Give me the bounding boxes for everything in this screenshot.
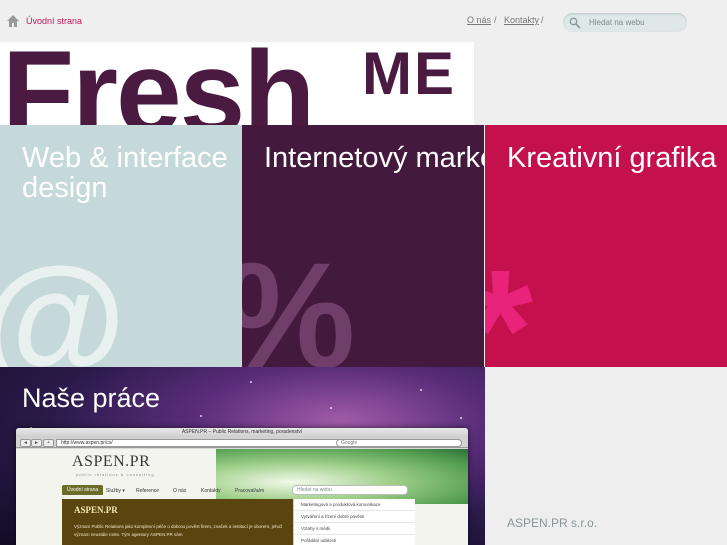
search-icon[interactable]	[569, 17, 581, 29]
nav-separator: /	[541, 15, 544, 25]
aspen-menu-item: Vytváření a řízení dobré pověsti	[294, 511, 415, 523]
aspen-menu-item: Marketingová a produktová komunikace	[294, 499, 415, 511]
home-icon[interactable]	[6, 14, 20, 28]
at-icon: @	[0, 245, 126, 367]
browser-title: ASPEN.PR – Public Relations, marketing, …	[16, 428, 468, 437]
nav-about-link[interactable]: O nás	[467, 15, 491, 25]
aspen-nav-item: Reference	[136, 488, 160, 494]
logo-superscript: ME	[362, 42, 456, 107]
home-link[interactable]: Úvodní strana	[26, 16, 82, 26]
star-decoration	[200, 415, 202, 417]
star-decoration	[420, 389, 422, 391]
search-input[interactable]	[589, 15, 681, 29]
browser-search: Google	[336, 439, 462, 447]
aspen-sidebar: ASPEN.PR Význam Public Relations jako ko…	[62, 499, 293, 545]
aspen-logo: ASPEN.PR	[72, 453, 151, 470]
nav-separator: /	[494, 15, 497, 25]
top-bar: Úvodní strana O nás / Kontakty /	[0, 0, 727, 42]
service-creative-graphics[interactable]: * Kreativní grafika	[485, 125, 727, 367]
service-title: Web & interface design	[22, 142, 228, 204]
nav-contacts-link[interactable]: Kontakty	[504, 15, 539, 25]
search-box	[563, 13, 687, 32]
aspen-nav-item: Pracoval/a/m	[235, 488, 265, 494]
aspen-banner	[216, 449, 468, 504]
portfolio-screenshot[interactable]: ASPEN.PR – Public Relations, marketing, …	[16, 428, 468, 545]
aspen-sidebar-text: Význam Public Relations jako komplexní p…	[74, 524, 283, 537]
aspen-nav-item: Kontakty	[201, 488, 221, 494]
add-icon: +	[43, 439, 54, 447]
logo[interactable]: Fresh ME	[0, 42, 474, 125]
aspen-menu-item: Vztahy s médii	[294, 523, 415, 535]
browser-toolbar: ◄ ► + http://www.aspen.pr/cs/ Google	[16, 437, 468, 448]
aspen-nav-item: Služby ▾	[106, 488, 125, 494]
star-decoration	[250, 381, 252, 383]
aspen-menu: Marketingová a produktová komunikace Vyt…	[293, 499, 415, 545]
browser-url: http://www.aspen.pr/cs/	[56, 439, 342, 447]
aspen-search: Hledat na webu	[292, 485, 408, 495]
service-internet-marketing[interactable]: % Internetový marketing	[242, 125, 484, 367]
aspen-tagline: public relations & consulting	[76, 472, 155, 477]
aspen-nav-item: O nás	[173, 488, 187, 494]
service-title: Kreativní grafika	[507, 142, 717, 174]
percent-icon: %	[242, 240, 355, 367]
client-name: ASPEN.PR s.r.o.	[507, 516, 598, 530]
service-title: Internetový marketing	[264, 142, 484, 174]
aspen-page: ASPEN.PR public relations & consulting Ú…	[16, 449, 468, 545]
aspen-menu-item: Pořádání událostí	[294, 535, 415, 545]
star-decoration	[330, 407, 332, 409]
works-title: Naše práce	[22, 383, 161, 413]
service-web-design[interactable]: @ Web & interfacedesign	[0, 125, 242, 367]
star-decoration	[460, 417, 462, 419]
works-section: Naše práce ASPEN.PR – Public Relations, …	[0, 367, 485, 545]
aspen-sidebar-title: ASPEN.PR	[74, 505, 118, 515]
aspen-nav-item: Úvodní strana	[62, 485, 104, 495]
asterisk-icon: *	[485, 245, 533, 367]
forward-icon: ►	[31, 439, 42, 447]
back-icon: ◄	[20, 439, 31, 447]
logo-wordmark: Fresh	[2, 42, 315, 125]
